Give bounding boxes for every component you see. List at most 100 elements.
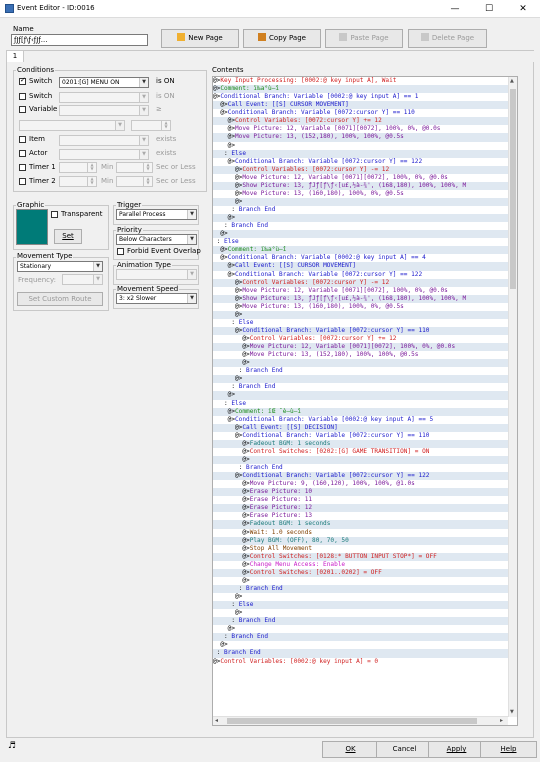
command-row[interactable]: : Else bbox=[213, 238, 517, 246]
timer1-min-spinner[interactable]: ▲ ▼ bbox=[59, 162, 97, 173]
command-row[interactable]: : Branch End bbox=[213, 367, 517, 375]
command-row[interactable]: @>Conditional Branch: Variable [0002:@ k… bbox=[213, 254, 517, 262]
command-row[interactable]: @>Fadeout BGM: 1 seconds bbox=[213, 520, 517, 529]
command-row[interactable]: : Branch End bbox=[213, 383, 517, 391]
timer1-checkbox[interactable] bbox=[19, 164, 26, 171]
command-row[interactable]: @>Wait: 1.0 seconds bbox=[213, 529, 517, 537]
command-row[interactable]: @>Control Variables: [0002:@ key input A… bbox=[213, 658, 517, 666]
command-row[interactable]: @> bbox=[213, 197, 517, 206]
command-row[interactable]: @>Control Variables: [0072:cursor Y] += … bbox=[213, 335, 517, 343]
apply-button[interactable]: Apply bbox=[428, 741, 485, 758]
item-checkbox[interactable] bbox=[19, 136, 26, 143]
command-row[interactable]: @> bbox=[213, 359, 517, 368]
command-row[interactable]: @>Move Picture: 9, (160,120), 100%, 100%… bbox=[213, 480, 517, 488]
command-row[interactable]: @>Conditional Branch: Variable [0072:cur… bbox=[213, 109, 517, 117]
command-row[interactable]: @>Fadeout BGM: 1 seconds bbox=[213, 439, 517, 448]
trigger-select[interactable]: Parallel Process ▼ bbox=[116, 209, 197, 220]
command-row[interactable]: @>Conditional Branch: Variable [0072:cur… bbox=[213, 472, 517, 481]
movement-speed-select[interactable]: 3: x2 Slower ▼ bbox=[116, 293, 197, 304]
command-row[interactable]: : Else bbox=[213, 601, 517, 610]
command-row[interactable]: @> bbox=[213, 625, 517, 633]
variable-select[interactable]: ▼ bbox=[59, 105, 149, 116]
command-row[interactable]: @>Move Picture: 13, (152,180), 100%, 100… bbox=[213, 133, 517, 142]
command-row[interactable]: @>Conditional Branch: Variable [0002:@ k… bbox=[213, 93, 517, 101]
command-row[interactable]: @>Control Variables: [0072:cursor Y] -= … bbox=[213, 278, 517, 287]
command-row[interactable]: @>Move Picture: 12, Variable [0071][0072… bbox=[213, 174, 517, 182]
set-graphic-button[interactable]: Set bbox=[54, 229, 82, 244]
command-row[interactable]: @>Move Picture: 13, (160,180), 100%, 0%,… bbox=[213, 303, 517, 311]
command-row[interactable]: @> bbox=[213, 391, 517, 400]
delete-page-button[interactable]: Delete Page bbox=[408, 29, 487, 48]
command-row[interactable]: @>Change Menu Access: Enable bbox=[213, 561, 517, 569]
ok-button[interactable]: OK bbox=[322, 741, 379, 758]
command-row[interactable]: : Branch End bbox=[213, 222, 517, 230]
scroll-up-icon[interactable]: ▲ bbox=[510, 78, 514, 84]
command-row[interactable]: @>Play BGM: (OFF), 80, 70, 50 bbox=[213, 536, 517, 545]
animation-type-select[interactable]: ▼ bbox=[116, 269, 197, 280]
frequency-select[interactable]: ▼ bbox=[62, 274, 103, 285]
command-row[interactable]: @>Conditional Branch: Variable [0002:@ k… bbox=[213, 416, 517, 424]
timer1-sec-spinner[interactable]: ▲ ▼ bbox=[116, 162, 153, 173]
command-row[interactable]: @>Comment: ï‰a°ù—î bbox=[213, 246, 517, 255]
set-custom-route-button[interactable]: Set Custom Route bbox=[17, 292, 103, 306]
switch1-checkbox[interactable] bbox=[19, 76, 26, 85]
actor-checkbox[interactable] bbox=[19, 150, 26, 157]
command-row[interactable]: : Branch End bbox=[213, 617, 517, 626]
cancel-button[interactable]: Cancel bbox=[376, 741, 433, 758]
horizontal-scroll-thumb[interactable] bbox=[227, 718, 477, 724]
command-row[interactable]: : Branch End bbox=[213, 649, 517, 658]
command-row[interactable]: : Else bbox=[213, 319, 517, 327]
scroll-right-icon[interactable]: ▸ bbox=[500, 717, 503, 724]
command-row[interactable]: @>Comment: ï‰a°ù—î bbox=[213, 85, 517, 94]
timer2-checkbox[interactable] bbox=[19, 178, 26, 185]
timer2-sec-spinner[interactable]: ▲ ▼ bbox=[116, 176, 153, 187]
command-row[interactable]: @>Comment: ïŒ ˆè—ù—î bbox=[213, 407, 517, 416]
command-row[interactable]: : Else bbox=[213, 149, 517, 158]
command-row[interactable]: @>Call Event: [[S] CURSOR MOVEMENT] bbox=[213, 262, 517, 271]
command-row[interactable]: @>Move Picture: 12, Variable [0071][0072… bbox=[213, 125, 517, 133]
event-command-list[interactable]: @> Key Input Processing: [0002:@ key inpu… bbox=[212, 76, 518, 726]
tab-page-1[interactable]: 1 bbox=[6, 50, 24, 62]
command-row[interactable]: @>Control Switches: [0202:[G] GAME TRANS… bbox=[213, 448, 517, 456]
command-row[interactable]: @>Conditional Branch: Variable [0072:cur… bbox=[213, 326, 517, 335]
command-row[interactable]: @> bbox=[213, 455, 517, 464]
command-row[interactable]: @> bbox=[213, 142, 517, 150]
command-row[interactable]: : Branch End bbox=[213, 206, 517, 214]
command-row[interactable]: @>Conditional Branch: Variable [0072:cur… bbox=[213, 271, 517, 279]
command-row[interactable]: @>Control Switches: [0201..0202] = OFF bbox=[213, 568, 517, 577]
command-row[interactable]: : Branch End bbox=[213, 584, 517, 593]
command-row[interactable]: @> bbox=[213, 609, 517, 617]
command-row[interactable]: @>Move Picture: 12, Variable [0071][0072… bbox=[213, 287, 517, 295]
command-row[interactable]: @>Call Event: [[S] CURSOR MOVEMENT] bbox=[213, 101, 517, 110]
command-row[interactable]: : Branch End bbox=[213, 464, 517, 472]
minimize-button[interactable]: — bbox=[438, 0, 472, 18]
command-row[interactable]: @> bbox=[213, 230, 517, 239]
switch2-select[interactable]: ▼ bbox=[59, 92, 149, 103]
variable-operand-select[interactable]: ▼ bbox=[19, 120, 125, 131]
scroll-left-icon[interactable]: ◂ bbox=[215, 717, 218, 724]
variable-value-spinner[interactable]: ▲ ▼ bbox=[131, 120, 171, 131]
command-row[interactable]: @> bbox=[213, 375, 517, 384]
command-row[interactable]: @>Conditional Branch: Variable [0072:cur… bbox=[213, 158, 517, 166]
command-row[interactable]: @>Move Picture: 12, Variable [0071][0072… bbox=[213, 343, 517, 352]
new-page-button[interactable]: New Page bbox=[161, 29, 239, 48]
priority-select[interactable]: Below Characters ▼ bbox=[116, 234, 197, 245]
item-select[interactable]: ▼ bbox=[59, 135, 149, 146]
timer2-min-spinner[interactable]: ▲ ▼ bbox=[59, 176, 97, 187]
scroll-down-icon[interactable]: ▼ bbox=[510, 709, 514, 715]
name-field[interactable]: ƒJƒ[ƒ\ƒ‹ƒJƒ... bbox=[11, 34, 148, 46]
vertical-scrollbar[interactable]: ▲ ▼ bbox=[508, 77, 517, 717]
command-row[interactable]: @>Stop All Movement bbox=[213, 545, 517, 553]
maximize-button[interactable]: ☐ bbox=[472, 0, 506, 18]
actor-select[interactable]: ▼ bbox=[59, 149, 149, 160]
paste-page-button[interactable]: Paste Page bbox=[325, 29, 403, 48]
command-row[interactable]: @> bbox=[213, 310, 517, 319]
transparent-checkbox[interactable] bbox=[51, 211, 58, 218]
switch2-checkbox[interactable] bbox=[19, 93, 26, 100]
switch1-select[interactable]: 0201:[G] MENU ON ▼ bbox=[59, 77, 149, 88]
command-row[interactable]: @>Move Picture: 13, (152,180), 100%, 100… bbox=[213, 351, 517, 359]
command-row[interactable]: @>Show Picture: 13, ƒJƒ[ƒ\ƒ‹[u£,½à-¾', (… bbox=[213, 294, 517, 303]
close-button[interactable]: ✕ bbox=[506, 0, 540, 18]
command-row[interactable]: @>Move Picture: 13, (160,180), 100%, 0%,… bbox=[213, 190, 517, 198]
command-row[interactable]: : Branch End bbox=[213, 633, 517, 642]
